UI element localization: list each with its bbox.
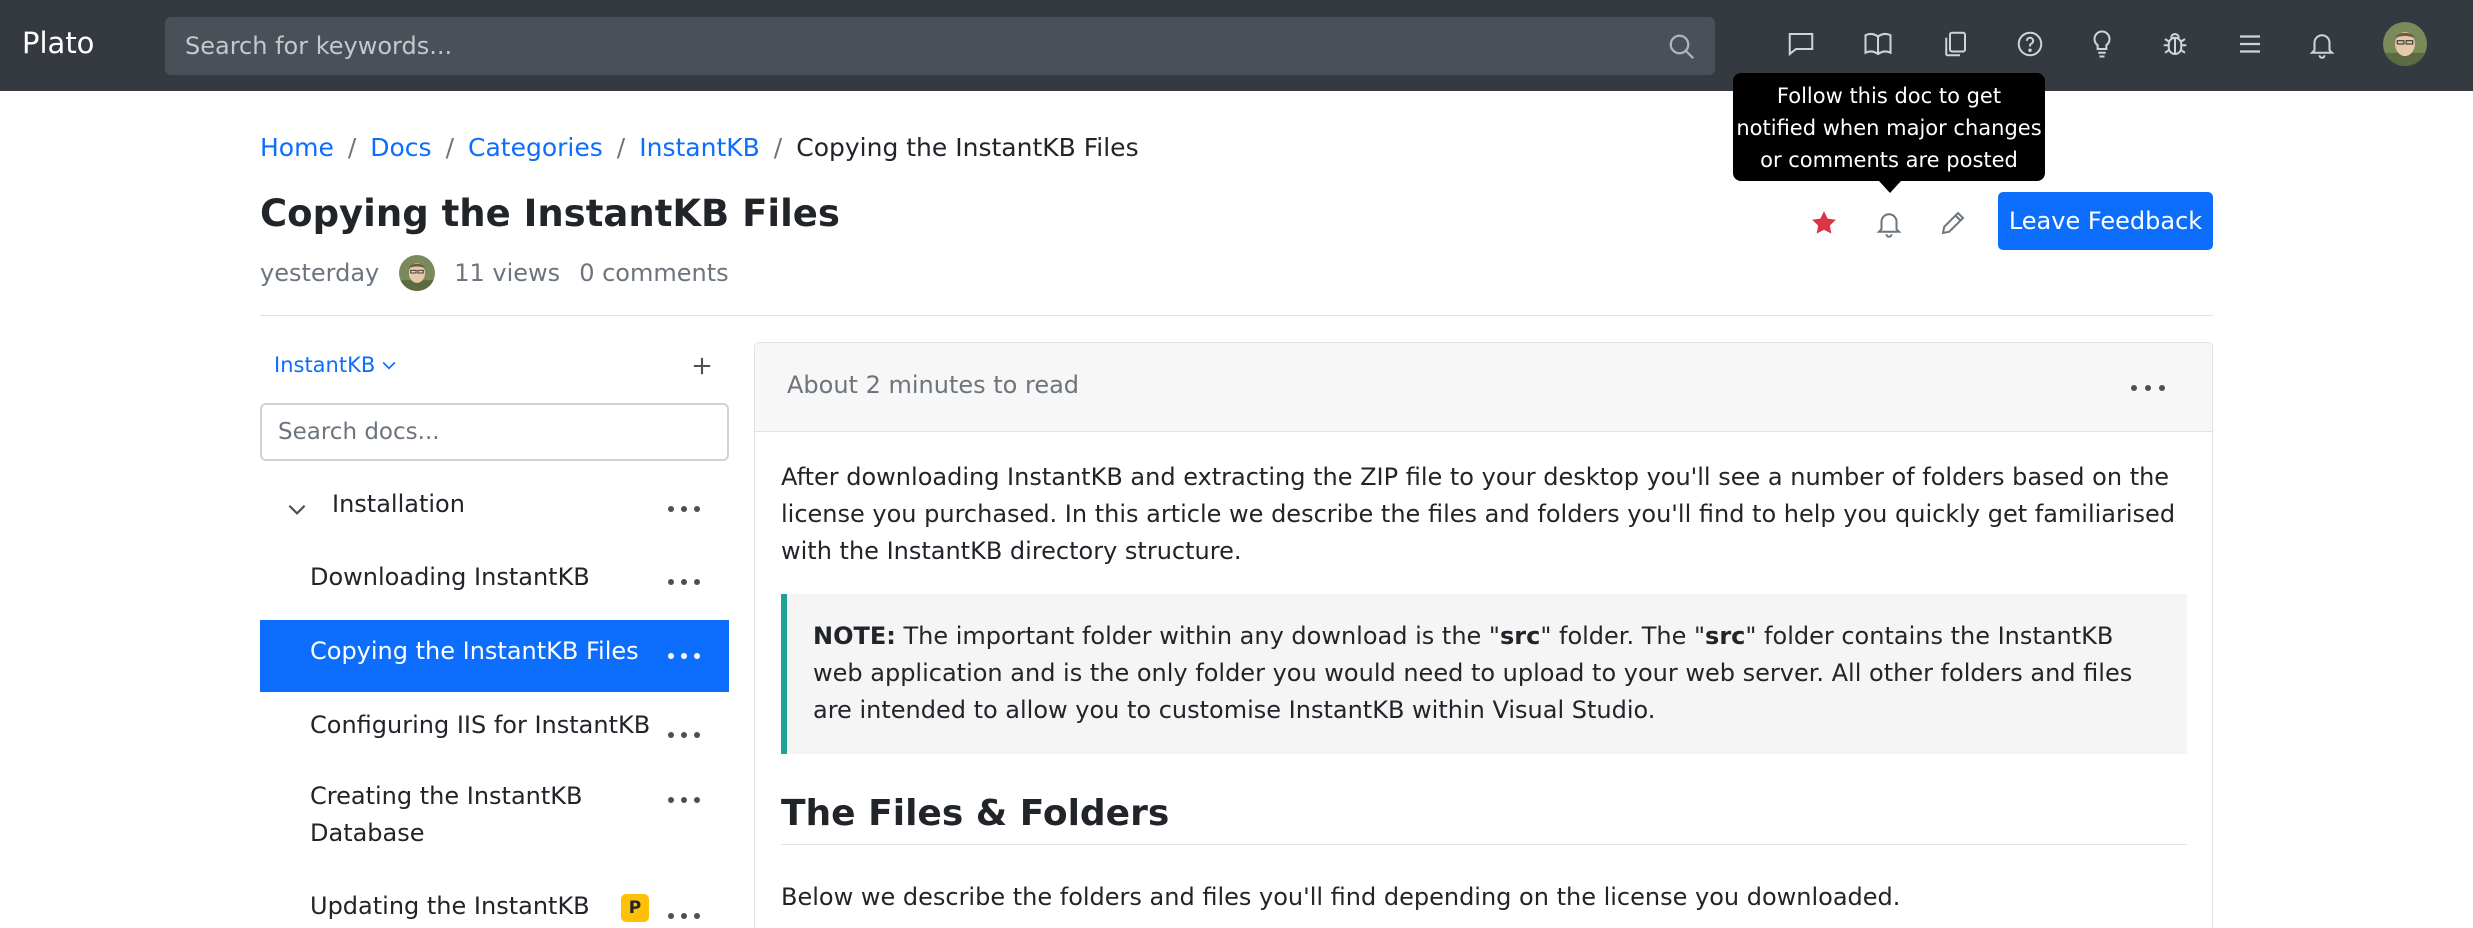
doc-content-card: About 2 minutes to read After downloadin… — [754, 342, 2213, 928]
breadcrumb-docs[interactable]: Docs — [370, 133, 431, 162]
doc-meta: yesterday 11 views 0 comments — [260, 254, 729, 292]
breadcrumb: Home / Docs / Categories / InstantKB / C… — [260, 133, 1139, 162]
more-options-icon[interactable] — [668, 909, 700, 923]
book-open-icon[interactable] — [1859, 25, 1897, 63]
chevron-down-icon — [382, 361, 396, 370]
chat-icon[interactable] — [1782, 25, 1820, 63]
plus-icon[interactable] — [688, 352, 716, 380]
tree-item-creating-database[interactable]: Creating the InstantKB Database — [260, 778, 729, 854]
tree-section-label: Installation — [332, 490, 465, 518]
note-label: NOTE: — [813, 622, 896, 650]
doc-views: 11 views — [454, 259, 561, 287]
breadcrumb-separator: / — [773, 133, 783, 162]
section-paragraph: Below we describe the folders and files … — [781, 883, 1901, 911]
breadcrumb-instantkb[interactable]: InstantKB — [639, 133, 760, 162]
lightbulb-icon[interactable] — [2083, 25, 2121, 63]
tree-item-updating[interactable]: Updating the InstantKB P — [260, 888, 729, 928]
breadcrumb-categories[interactable]: Categories — [468, 133, 603, 162]
keyword-search-input[interactable] — [165, 17, 1715, 75]
more-options-icon[interactable] — [668, 502, 700, 516]
author-avatar[interactable] — [399, 255, 436, 291]
category-dropdown-label: InstantKB — [274, 353, 376, 377]
brand-logo[interactable]: Plato — [22, 26, 94, 60]
keyword-search[interactable] — [165, 17, 1715, 75]
doc-search[interactable] — [260, 403, 729, 461]
top-navbar: Plato — [0, 0, 2473, 91]
notifications-bell-icon[interactable] — [2303, 25, 2341, 63]
premium-badge: P — [621, 894, 649, 922]
breadcrumb-separator: / — [347, 133, 357, 162]
note-callout: NOTE: The important folder within any do… — [781, 594, 2187, 754]
copy-docs-icon[interactable] — [1936, 25, 1974, 63]
tree-item-label: Updating the InstantKB — [310, 892, 590, 920]
more-options-icon[interactable] — [668, 728, 700, 742]
leave-feedback-button[interactable]: Leave Feedback — [1998, 192, 2213, 250]
doc-date: yesterday — [260, 259, 380, 287]
tree-item-label: Downloading InstantKB — [310, 563, 590, 591]
edit-pencil-icon[interactable] — [1933, 203, 1973, 243]
menu-list-icon[interactable] — [2231, 25, 2269, 63]
more-options-icon[interactable] — [668, 575, 700, 589]
search-icon[interactable] — [1667, 32, 1697, 62]
section-heading: The Files & Folders — [781, 793, 2187, 845]
user-avatar[interactable] — [2383, 22, 2427, 66]
tooltip-line: notified when major changes — [1736, 116, 2042, 140]
tree-section-installation[interactable]: Installation — [260, 485, 729, 531]
tree-item-label: Configuring IIS for InstantKB — [310, 711, 651, 739]
read-time: About 2 minutes to read — [787, 371, 1080, 399]
tree-item-downloading[interactable]: Downloading InstantKB — [260, 558, 729, 604]
breadcrumb-current: Copying the InstantKB Files — [796, 133, 1139, 162]
header-divider — [260, 315, 2213, 316]
category-dropdown[interactable]: InstantKB — [274, 353, 399, 377]
doc-search-input[interactable] — [262, 405, 727, 459]
follow-bell-icon[interactable] — [1869, 203, 1909, 243]
breadcrumb-separator: / — [616, 133, 626, 162]
star-icon[interactable] — [1804, 203, 1844, 243]
note-src: src — [1499, 622, 1541, 650]
more-options-icon[interactable] — [668, 649, 700, 663]
tooltip-line: Follow this doc to get — [1776, 84, 2002, 108]
tree-item-label: Copying the InstantKB Files — [310, 637, 639, 665]
tooltip-arrow — [1879, 181, 1901, 193]
doc-comments[interactable]: 0 comments — [579, 259, 728, 287]
tooltip-line: or comments are posted — [1760, 148, 2018, 172]
tree-item-label: Creating the InstantKB Database — [310, 782, 583, 847]
card-header: About 2 minutes to read — [755, 343, 2212, 432]
note-text: " folder. The " — [1540, 622, 1706, 650]
tree-item-configuring-iis[interactable]: Configuring IIS for InstantKB — [260, 707, 729, 753]
question-circle-icon[interactable] — [2011, 25, 2049, 63]
more-options-icon[interactable] — [668, 793, 700, 807]
follow-tooltip: Follow this doc to get notified when maj… — [1733, 73, 2045, 181]
breadcrumb-separator: / — [445, 133, 455, 162]
bug-icon[interactable] — [2156, 25, 2194, 63]
note-text: The important folder within any download… — [895, 622, 1500, 650]
more-options-icon[interactable] — [2131, 381, 2165, 395]
tree-item-copying[interactable]: Copying the InstantKB Files — [260, 620, 729, 692]
page-title: Copying the InstantKB Files — [260, 192, 840, 235]
note-src: src — [1705, 622, 1746, 650]
intro-paragraph: After downloading InstantKB and extracti… — [781, 463, 2176, 565]
breadcrumb-home[interactable]: Home — [260, 133, 334, 162]
chevron-down-icon[interactable] — [284, 496, 310, 522]
